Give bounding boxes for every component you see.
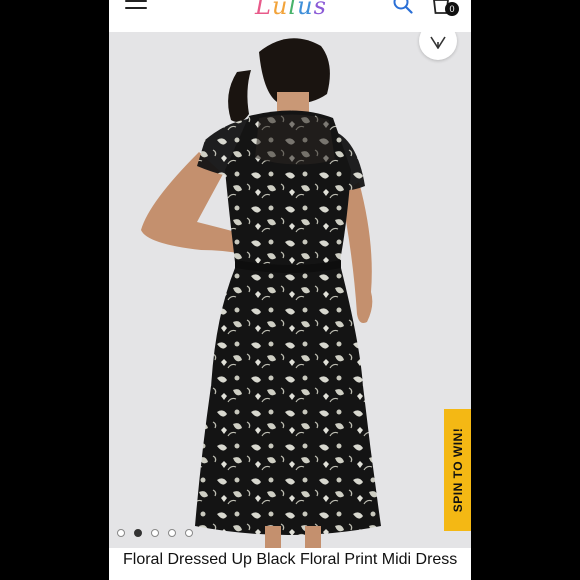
carousel-dot[interactable] — [185, 529, 193, 537]
search-icon[interactable] — [393, 0, 413, 14]
carousel-dot-active[interactable] — [134, 529, 142, 537]
product-photo — [109, 32, 471, 548]
hamburger-menu-icon[interactable] — [125, 0, 147, 14]
cart-count-badge: 0 — [445, 2, 459, 16]
spin-to-win-tab[interactable]: SPIN TO WIN! — [444, 409, 471, 531]
lulus-logo[interactable]: Lulus — [255, 0, 327, 20]
mobile-screen: Lulus 0 SPIN TO WIN! Floral Dressed Up B… — [109, 0, 471, 580]
product-image-carousel[interactable] — [109, 32, 471, 548]
spin-to-win-label: SPIN TO WIN! — [450, 427, 465, 513]
product-title: Floral Dressed Up Black Floral Print Mid… — [123, 551, 458, 568]
shopping-bag-button[interactable]: 0 — [431, 0, 461, 18]
heart-icon — [430, 36, 446, 49]
carousel-dot[interactable] — [117, 529, 125, 537]
carousel-dot[interactable] — [151, 529, 159, 537]
top-navigation-bar: Lulus 0 — [109, 0, 471, 32]
carousel-dot[interactable] — [168, 529, 176, 537]
